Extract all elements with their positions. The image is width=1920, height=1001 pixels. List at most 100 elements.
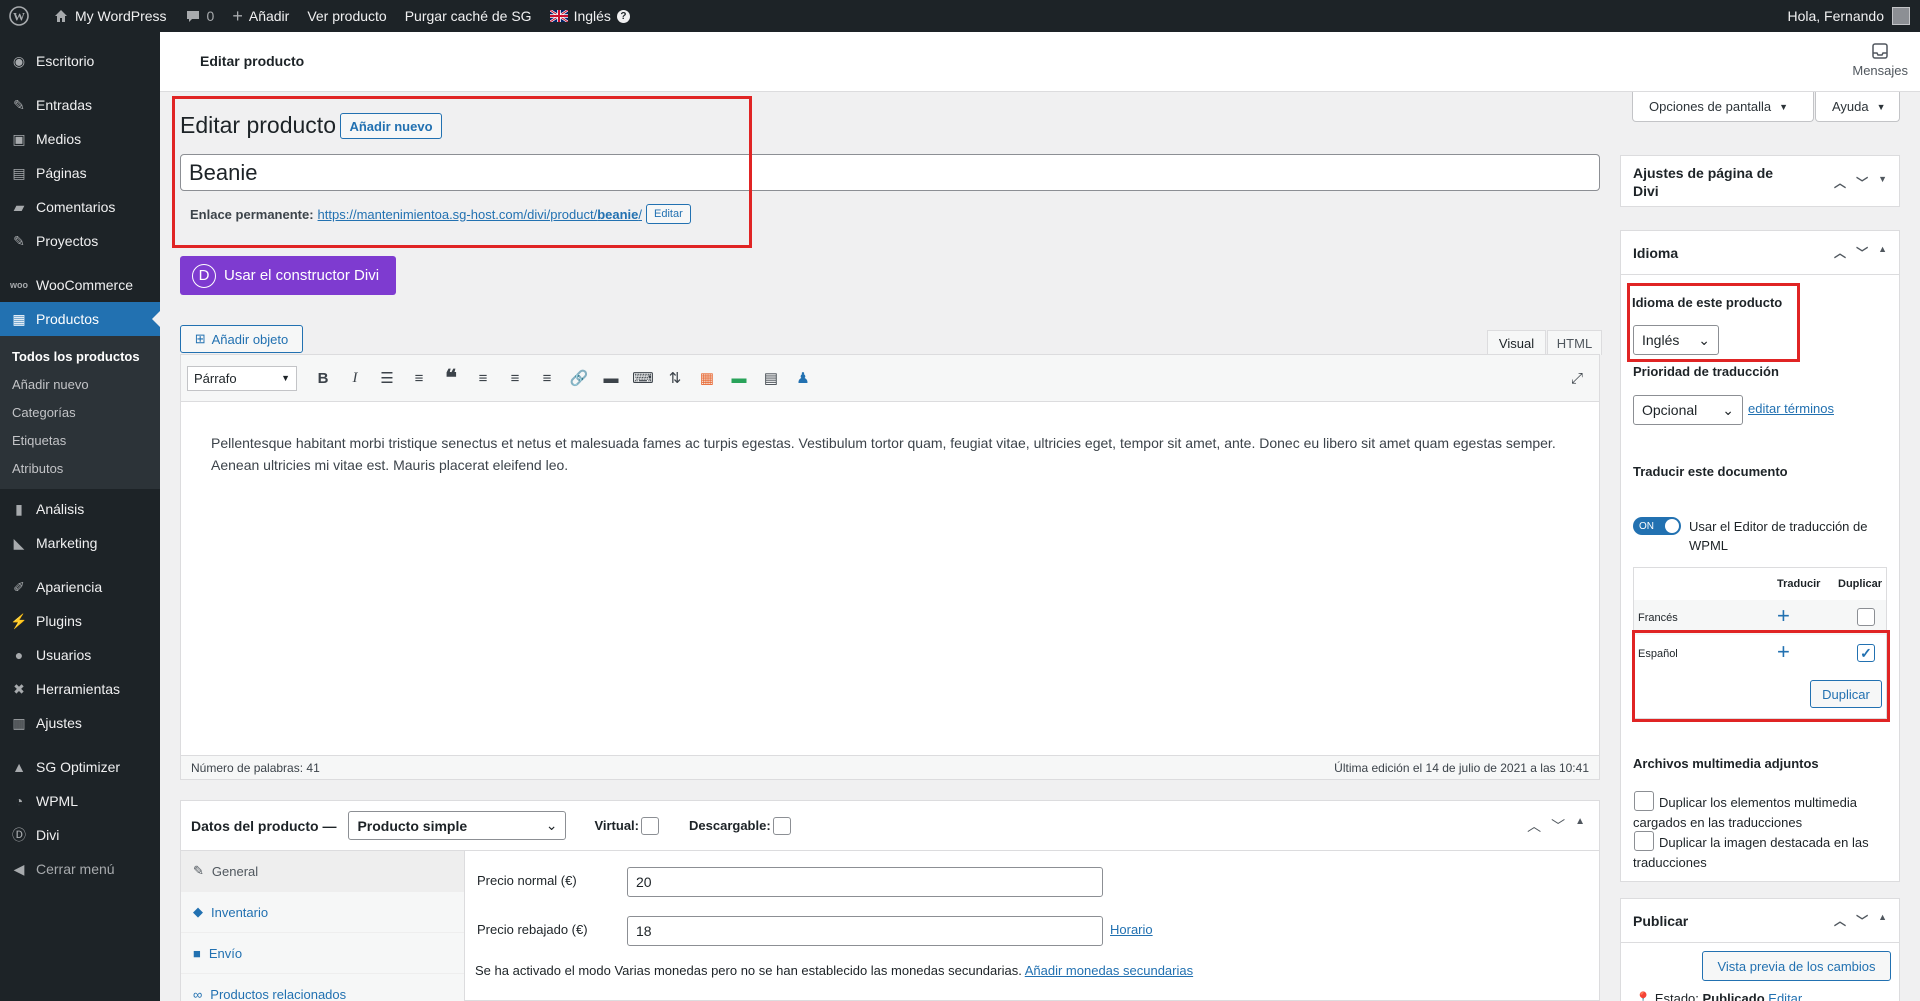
collapse-icon: ◀	[13, 860, 25, 877]
sidebar-item-marketing[interactable]: ◣ Marketing	[0, 526, 160, 560]
sidebar-item-comentarios[interactable]: ▰ Comentarios	[0, 190, 160, 224]
divi-settings-header[interactable]: Ajustes de página de Divi ︿ ﹀ ▼	[1621, 156, 1899, 208]
help-button[interactable]: Ayuda ▼	[1815, 92, 1900, 122]
user-menu[interactable]: Hola, Fernando	[1778, 0, 1920, 32]
regular-price-input[interactable]: 20	[627, 867, 1103, 897]
divi-user-icon[interactable]: ♟	[787, 363, 819, 393]
chevron-up-icon[interactable]: ︿	[1834, 244, 1846, 261]
comments-link[interactable]: 0	[176, 0, 224, 32]
add-currencies-link[interactable]: Añadir monedas secundarias	[1025, 963, 1193, 978]
sidebar-item-entradas[interactable]: ✎ Entradas	[0, 88, 160, 122]
align-left-icon[interactable]: ≡	[467, 363, 499, 393]
chevron-up-icon[interactable]: ︿	[1527, 816, 1541, 836]
tab-shipping[interactable]: ■ Envío	[181, 933, 464, 974]
view-product-link[interactable]: Ver producto	[298, 0, 395, 32]
sidebar-item-divi[interactable]: Ⓓ Divi	[0, 818, 160, 852]
tab-inventory[interactable]: ◆ Inventario	[181, 892, 464, 933]
language-switcher[interactable]: Inglés ?	[541, 0, 639, 32]
sidebar-item-escritorio[interactable]: ◉ Escritorio	[0, 44, 160, 78]
row-language: Francés	[1638, 612, 1678, 624]
preview-changes-button[interactable]: Vista previa de los cambios	[1702, 951, 1891, 981]
wordpress-logo-icon[interactable]: W	[0, 0, 44, 32]
sidebar-item-herramientas[interactable]: ✖ Herramientas	[0, 672, 160, 706]
toggle-triangle-icon[interactable]: ▼	[1878, 174, 1887, 191]
duplicate-checkbox[interactable]	[1857, 608, 1875, 626]
sidebar-item-analisis[interactable]: ▮ Análisis	[0, 492, 160, 526]
chevron-down-icon[interactable]: ﹀	[1856, 912, 1868, 929]
sg-optimizer-icon: ▲	[12, 759, 26, 775]
publish-box-header[interactable]: Publicar ︿ ﹀ ▲	[1621, 899, 1899, 943]
sidebar-item-woocommerce[interactable]: woo WooCommerce	[0, 268, 160, 302]
duplicate-media-label: Duplicar los elementos multimedia cargad…	[1633, 795, 1857, 830]
sidebar-item-paginas[interactable]: ▤ Páginas	[0, 156, 160, 190]
site-name-link[interactable]: My WordPress	[44, 0, 176, 32]
submenu-item-add-new[interactable]: Añadir nuevo	[0, 371, 160, 399]
status-edit-link[interactable]: Editar	[1768, 991, 1802, 1001]
tab-general[interactable]: ✎ General	[181, 851, 464, 892]
language-box-header[interactable]: Idioma ︿ ﹀ ▲	[1621, 231, 1899, 275]
align-right-icon[interactable]: ≡	[531, 363, 563, 393]
format-select[interactable]: Párrafo ▼	[187, 365, 297, 391]
sidebar-item-proyectos[interactable]: ✎ Proyectos	[0, 224, 160, 258]
sidebar-item-plugins[interactable]: ⚡ Plugins	[0, 604, 160, 638]
submenu-item-all-products[interactable]: Todos los productos	[0, 343, 160, 371]
chevron-up-icon[interactable]: ︿	[1834, 174, 1846, 191]
divi-builder-button[interactable]: D Usar el constructor Divi	[180, 256, 396, 295]
add-media-button[interactable]: ⊞ Añadir objeto	[180, 325, 303, 353]
blockquote-icon[interactable]: ❝	[435, 363, 467, 393]
purge-cache-link[interactable]: Purgar caché de SG	[396, 0, 541, 32]
editor-content[interactable]: Pellentesque habitant morbi tristique se…	[181, 402, 1599, 506]
priority-select[interactable]: Opcional ⌄	[1633, 395, 1743, 425]
edit-terms-link[interactable]: editar términos	[1748, 401, 1834, 416]
virtual-checkbox[interactable]	[641, 816, 660, 835]
sidebar-item-wpml[interactable]: ◔ WPML	[0, 784, 160, 818]
chevron-up-icon[interactable]: ︿	[1834, 912, 1846, 929]
bold-icon[interactable]: B	[307, 363, 339, 393]
numbered-list-icon[interactable]: ≡	[403, 363, 435, 393]
tab-html[interactable]: HTML	[1547, 330, 1602, 355]
schedule-link[interactable]: Horario	[1110, 922, 1153, 937]
plus-icon[interactable]: +	[1777, 603, 1790, 629]
screen-options-button[interactable]: Opciones de pantalla ▼	[1632, 92, 1814, 122]
sidebar-item-ajustes[interactable]: ▥ Ajustes	[0, 706, 160, 740]
chevron-down-icon[interactable]: ﹀	[1856, 174, 1868, 191]
notice-text: Se ha activado el modo Varias monedas pe…	[475, 963, 1022, 978]
add-new-link[interactable]: + Añadir	[223, 0, 298, 32]
chevron-down-icon[interactable]: ﹀	[1551, 816, 1565, 836]
bullet-list-icon[interactable]: ☰	[371, 363, 403, 393]
sidebar-item-sg-optimizer[interactable]: ▲ SG Optimizer	[0, 750, 160, 784]
keyboard-icon[interactable]: ⌨	[627, 363, 659, 393]
chevron-down-icon[interactable]: ﹀	[1856, 244, 1868, 261]
align-center-icon[interactable]: ≡	[499, 363, 531, 393]
sidebar-item-apariencia[interactable]: ✐ Apariencia	[0, 570, 160, 604]
link-icon[interactable]: 🔗	[563, 363, 595, 393]
toggle-triangle-icon[interactable]: ▲	[1878, 912, 1887, 929]
divi-module-icon[interactable]: ▬	[723, 363, 755, 393]
messages-label: Mensajes	[1852, 63, 1908, 78]
fullscreen-icon[interactable]: ⤢	[1561, 363, 1593, 393]
submenu-item-tags[interactable]: Etiquetas	[0, 427, 160, 455]
word-count: Número de palabras: 41	[191, 760, 320, 775]
downloadable-checkbox[interactable]	[772, 816, 791, 835]
submenu-item-attributes[interactable]: Atributos	[0, 455, 160, 483]
submenu-item-categories[interactable]: Categorías	[0, 399, 160, 427]
sidebar-item-productos[interactable]: ▦ Productos	[0, 302, 160, 336]
divi-text-icon[interactable]: ▤	[755, 363, 787, 393]
messages-button[interactable]: Mensajes	[1852, 42, 1908, 78]
tab-linked-products[interactable]: ∞ Productos relacionados	[181, 974, 464, 1001]
sidebar-item-medios[interactable]: ▣ Medios	[0, 122, 160, 156]
toggle-triangle-icon[interactable]: ▲	[1878, 244, 1887, 261]
sidebar-collapse-menu[interactable]: ◀ Cerrar menú	[0, 852, 160, 886]
translation-editor-toggle[interactable]: ON	[1633, 517, 1681, 535]
sidebar-item-usuarios[interactable]: ● Usuarios	[0, 638, 160, 672]
toggle-triangle-icon[interactable]: ▲	[1575, 816, 1585, 836]
divi-layout-icon[interactable]: ▦	[691, 363, 723, 393]
site-name: My WordPress	[75, 8, 167, 24]
italic-icon[interactable]: I	[339, 363, 371, 393]
toolbar-toggle-icon[interactable]: ⇅	[659, 363, 691, 393]
read-more-icon[interactable]: ▬	[595, 363, 627, 393]
highlight-box	[172, 96, 752, 248]
sale-price-input[interactable]: 18	[627, 916, 1103, 946]
product-type-select[interactable]: Producto simple ⌄	[348, 811, 567, 840]
tab-visual[interactable]: Visual	[1487, 330, 1546, 356]
